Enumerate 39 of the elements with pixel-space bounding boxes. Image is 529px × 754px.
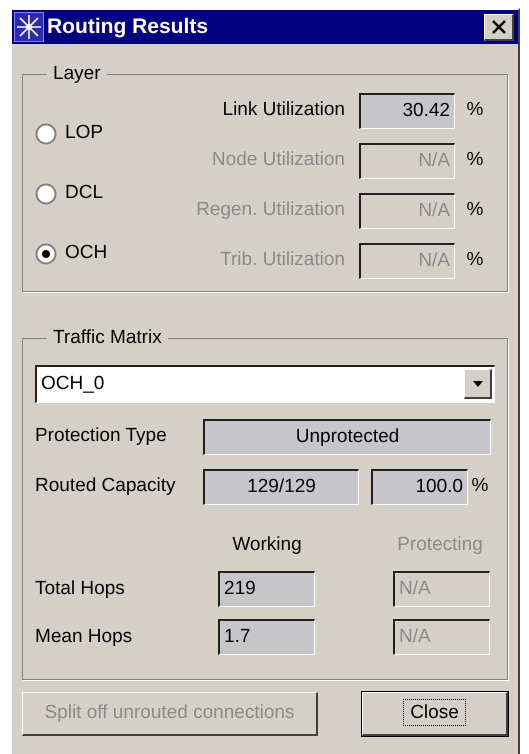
group-label: Layer: [52, 62, 102, 86]
hops-field: 1.7: [218, 619, 315, 655]
routed-capacity-field: 129/129: [203, 468, 359, 504]
window-title: Routing Results: [47, 14, 208, 40]
unit-label: %: [466, 248, 484, 272]
radio-circle-icon[interactable]: [35, 242, 57, 264]
column-header: Protecting: [396, 532, 484, 556]
protection-type-field: Unprotected: [203, 418, 491, 454]
layer-radio[interactable]: LOP: [35, 120, 165, 146]
metric-label: Link Utilization: [222, 98, 346, 122]
unit-label: %: [470, 474, 490, 498]
metric-label: Regen. Utilization: [195, 198, 346, 222]
field-label: Routed Capacity: [35, 474, 176, 498]
close-button[interactable]: Close: [362, 692, 508, 736]
close-icon[interactable]: [484, 14, 514, 40]
dropdown[interactable]: OCH_0: [35, 364, 495, 402]
group-label: Traffic Matrix: [52, 326, 163, 350]
field-label: Protection Type: [35, 424, 168, 448]
row-label: Total Hops: [35, 576, 126, 601]
layer-radio[interactable]: OCH: [35, 240, 165, 266]
unit-label: %: [466, 148, 484, 172]
star-icon: [14, 12, 44, 42]
hops-field: N/A: [393, 619, 490, 655]
unit-label: %: [466, 98, 484, 122]
row-label: Mean Hops: [35, 624, 134, 649]
unit-label: %: [466, 198, 484, 222]
metric-label: Node Utilization: [210, 148, 346, 172]
radio-circle-icon[interactable]: [35, 182, 57, 204]
routed-percent-field: 100.0: [371, 468, 468, 504]
metric-value: N/A: [359, 142, 455, 178]
hops-field: 219: [218, 571, 315, 607]
metric-value: 30.42: [359, 92, 455, 128]
radio-circle-icon[interactable]: [35, 122, 57, 144]
metric-label: Trib. Utilization: [219, 248, 346, 272]
column-header: Working: [231, 532, 303, 556]
hops-field: N/A: [393, 571, 490, 607]
layer-radio[interactable]: DCL: [35, 180, 165, 206]
metric-value: N/A: [359, 192, 455, 228]
metric-value: N/A: [359, 242, 455, 278]
